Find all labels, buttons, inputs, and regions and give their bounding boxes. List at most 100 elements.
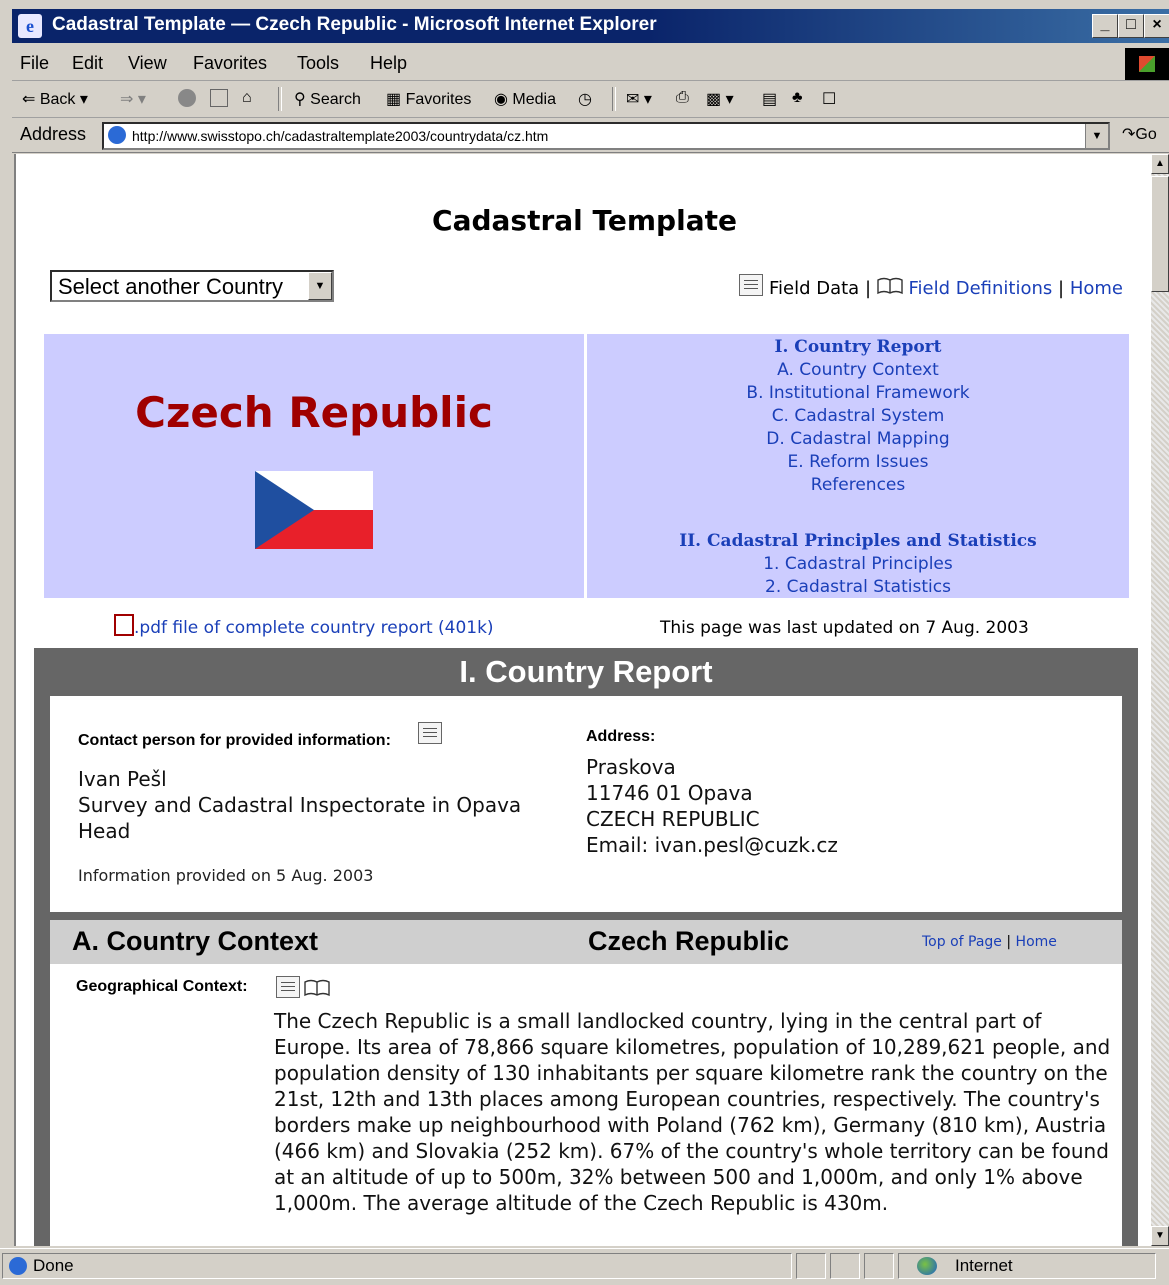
globe-icon (917, 1257, 937, 1275)
page-done-icon (9, 1257, 27, 1275)
ie-app-icon[interactable]: e (18, 14, 42, 38)
toc-institutional-framework[interactable]: B. Institutional Framework (587, 382, 1129, 405)
top-links: Field Data | Field Definitions | Home (739, 274, 1123, 299)
edit-word-icon[interactable]: ▩ ▾ (706, 89, 734, 109)
print-icon[interactable]: ⎙ (676, 89, 689, 107)
favorites-button[interactable]: ▦ Favorites (386, 89, 471, 109)
favorites-label: Favorites (405, 91, 472, 108)
mail-icon[interactable]: ✉ ▾ (626, 89, 652, 109)
minimize-button[interactable]: _ (1092, 14, 1118, 38)
menu-help[interactable]: Help (370, 53, 407, 74)
field-definitions-link[interactable]: Field Definitions (908, 278, 1052, 299)
refresh-icon[interactable] (210, 89, 231, 109)
go-button[interactable]: ↷Go (1122, 124, 1157, 144)
contact-name: Ivan Pešl (78, 767, 167, 791)
top-of-page-link[interactable]: Top of Page (922, 934, 1002, 950)
contact-organization: Survey and Cadastral Inspectorate in Opa… (78, 793, 522, 817)
research-icon[interactable]: ☐ (822, 89, 836, 109)
country-select[interactable]: Select another Country ▼ (50, 270, 334, 302)
address-country: CZECH REPUBLIC (586, 807, 760, 831)
field-data-icon (739, 274, 764, 296)
status-pane-empty (796, 1253, 826, 1279)
country-name: Czech Republic (135, 388, 493, 437)
chevron-down-icon[interactable]: ▼ (308, 272, 332, 300)
titlebar-band[interactable]: e Cadastral Template — Czech Republic - … (12, 9, 1169, 43)
go-label: Go (1135, 126, 1157, 143)
book-icon (877, 277, 903, 295)
contact-label: Contact person for provided information: (78, 732, 391, 749)
history-icon[interactable]: ◷ (578, 89, 592, 109)
pdf-report-link[interactable]: .pdf file of complete country report (40… (114, 614, 494, 638)
maximize-button[interactable]: □ (1118, 14, 1144, 38)
search-icon: ⚲ (294, 91, 306, 108)
toc-reform-issues[interactable]: E. Reform Issues (587, 451, 1129, 474)
scroll-down-icon[interactable]: ▼ (1151, 1226, 1169, 1246)
media-button[interactable]: ◉ Media (494, 89, 556, 109)
book-icon[interactable] (304, 979, 331, 997)
menu-file[interactable]: File (20, 53, 49, 74)
link-separator: | (864, 278, 872, 299)
toc-references[interactable]: References (587, 474, 1129, 497)
scroll-up-icon[interactable]: ▲ (1151, 154, 1169, 174)
status-bar: Done Internet (0, 1248, 1169, 1285)
address-street: Praskova (586, 755, 676, 779)
geographical-context: Geographical Context: The Czech Republic… (50, 964, 1122, 1246)
contact-role: Head (78, 819, 131, 843)
security-zone: Internet (898, 1253, 1156, 1279)
menu-favorites[interactable]: Favorites (193, 53, 267, 74)
pdf-icon (114, 614, 134, 636)
toc-cadastral-principles[interactable]: 1. Cadastral Principles (587, 553, 1129, 576)
scroll-thumb[interactable] (1151, 176, 1169, 292)
close-button[interactable]: × (1144, 14, 1169, 38)
table-of-contents: I. Country Report A. Country Context B. … (587, 334, 1129, 598)
report-title: I. Country Report (459, 654, 713, 689)
toc-country-report[interactable]: I. Country Report (587, 336, 1129, 359)
search-button[interactable]: ⚲ Search (294, 89, 361, 109)
section-title: A. Country Context (72, 926, 318, 956)
toc-country-context[interactable]: A. Country Context (587, 359, 1129, 382)
geographical-context-label: Geographical Context: (76, 978, 248, 995)
section-home-link[interactable]: Home (1016, 934, 1057, 950)
menu-tools[interactable]: Tools (297, 53, 339, 74)
status-pane-empty (864, 1253, 894, 1279)
status-pane-empty (830, 1253, 860, 1279)
home-icon[interactable]: ⌂ (242, 89, 252, 107)
back-dropdown-icon[interactable]: ▾ (80, 91, 88, 108)
status-pane: Done (2, 1253, 792, 1279)
geo-icons (276, 976, 331, 1001)
window-titlebar: e Cadastral Template — Czech Republic - … (0, 0, 1169, 48)
field-data-icon[interactable] (418, 722, 442, 744)
window-title: Cadastral Template — Czech Republic - Mi… (52, 14, 657, 35)
back-button[interactable]: ⇐ Back ▾ (22, 89, 88, 109)
address-dropdown-icon[interactable]: ▼ (1085, 124, 1108, 148)
toc-cadastral-statistics[interactable]: 2. Cadastral Statistics (587, 576, 1129, 599)
discuss-icon[interactable]: ▤ (762, 89, 777, 109)
field-data-icon[interactable] (276, 976, 300, 998)
favorites-icon: ▦ (386, 91, 402, 108)
home-link[interactable]: Home (1070, 278, 1123, 299)
stop-icon[interactable] (178, 89, 199, 109)
vertical-scrollbar[interactable]: ▲ ▼ (1151, 154, 1169, 1246)
page-viewport: Cadastral Template Select another Countr… (14, 154, 1153, 1246)
toc-cadastral-system[interactable]: C. Cadastral System (587, 405, 1129, 428)
toc-cadastral-mapping[interactable]: D. Cadastral Mapping (587, 428, 1129, 451)
contact-email: Email: ivan.pesl@cuzk.cz (586, 833, 838, 857)
toc-principles-statistics[interactable]: II. Cadastral Principles and Statistics (587, 530, 1129, 553)
media-label: Media (512, 91, 556, 108)
menu-edit[interactable]: Edit (72, 53, 103, 74)
forward-button[interactable]: ⇒ ▾ (120, 89, 146, 109)
toolbar-separator (278, 87, 282, 111)
geographical-context-text: The Czech Republic is a small landlocked… (274, 1009, 1111, 1215)
section-header: A. Country Context Czech Republic Top of… (50, 920, 1122, 964)
address-input[interactable]: http://www.swisstopo.ch/cadastraltemplat… (102, 122, 1110, 150)
messenger-icon[interactable]: ♣ (792, 89, 803, 107)
contact-box: Contact person for provided information:… (50, 696, 1122, 912)
section-links: Top of Page | Home (922, 934, 1057, 950)
address-heading: Address: (586, 728, 656, 745)
search-label: Search (310, 91, 361, 108)
toolbar: ⇐ Back ▾ ⇒ ▾ ⌂ ⚲ Search ▦ Favorites ◉ Me… (12, 81, 1169, 118)
back-label: Back (39, 91, 76, 108)
media-icon: ◉ (494, 91, 508, 108)
link-separator: | (1058, 278, 1065, 299)
menu-view[interactable]: View (128, 53, 167, 74)
